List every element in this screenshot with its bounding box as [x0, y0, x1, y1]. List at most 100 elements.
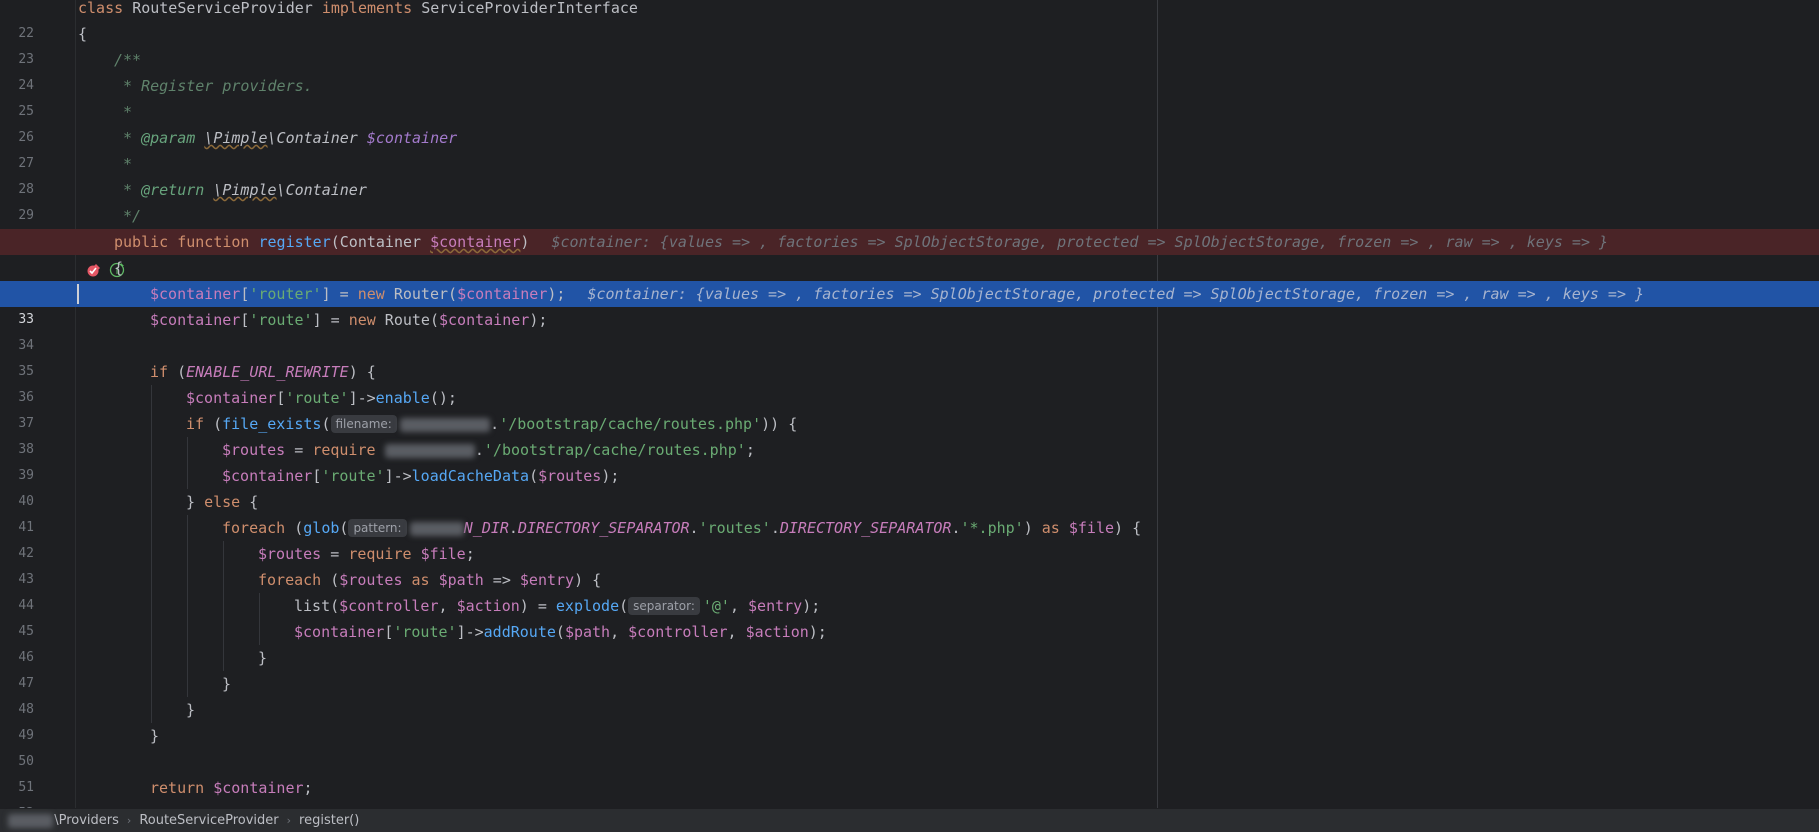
- breadcrumb-namespace[interactable]: \Providers: [54, 813, 119, 828]
- variable: $controller: [339, 597, 439, 615]
- variable: $container: [294, 623, 385, 641]
- doc-type: \Pimple: [204, 129, 268, 147]
- punct: (: [339, 519, 349, 537]
- code-line-52[interactable]: 52 return $container;: [0, 775, 1819, 808]
- inline-debug-value[interactable]: $container: {values => , factories => Sp…: [551, 233, 1608, 251]
- punct: (: [321, 571, 340, 589]
- punct: {: [240, 493, 259, 511]
- inline-debug-value[interactable]: $container: {values => , factories => Sp…: [587, 285, 1644, 303]
- code-line-36[interactable]: 36 if (ENABLE_URL_REWRITE) {: [0, 359, 1819, 405]
- keyword: new: [348, 311, 376, 329]
- code-line-38[interactable]: 38 if (file_exists(filename:XXXXXXXXXX.'…: [0, 411, 1819, 457]
- doc-comment: *: [114, 181, 142, 199]
- code-line-46[interactable]: 46 $container['route']->addRoute($path, …: [0, 619, 1819, 665]
- variable: $file: [420, 545, 466, 563]
- function-name: file_exists: [222, 415, 322, 433]
- implements-method-icon[interactable]: I: [37, 234, 125, 278]
- code-line-39[interactable]: 39 $routes = require XXXXXXXXXX.'/bootst…: [0, 437, 1819, 483]
- code-editor[interactable]: 22 class RouteServiceProvider implements…: [0, 0, 1819, 808]
- code-line-28[interactable]: 28 *: [0, 151, 1819, 197]
- code-line-22[interactable]: 22 class RouteServiceProvider implements…: [0, 0, 1819, 41]
- punct: ] =: [321, 285, 358, 303]
- variable: $routes: [222, 441, 286, 459]
- punct: ;: [465, 545, 475, 563]
- punct: .: [508, 519, 518, 537]
- code-line-34[interactable]: 34 $container['route'] = new Route($cont…: [0, 307, 1819, 353]
- punct: =>: [483, 571, 520, 589]
- code-line-31-breakpoint[interactable]: I public function register(Container $co…: [0, 229, 1819, 278]
- code-line-32[interactable]: 32 {: [0, 255, 1819, 301]
- code-line-27[interactable]: 27 * @param \Pimple\Container $container: [0, 125, 1819, 171]
- punct: (: [168, 363, 187, 381]
- breadcrumb-class[interactable]: RouteServiceProvider: [139, 813, 278, 828]
- variable: $container: [222, 467, 313, 485]
- function-name: register: [258, 233, 331, 251]
- punct: );: [529, 311, 548, 329]
- code-line-26[interactable]: 26 *: [0, 99, 1819, 145]
- doc-comment: *: [114, 129, 142, 147]
- code-line-51[interactable]: 51: [0, 749, 1819, 795]
- doc-comment: *: [114, 103, 133, 121]
- code-line-29[interactable]: 29 * @return \Pimple\Container: [0, 177, 1819, 223]
- code-line-50[interactable]: 50 }: [0, 723, 1819, 769]
- code-line-43[interactable]: 43 $routes = require $file;: [0, 541, 1819, 587]
- keyword: class: [78, 0, 124, 17]
- punct: ) {: [348, 363, 376, 381]
- code-line-37[interactable]: 37 $container['route']->enable();: [0, 385, 1819, 431]
- code-line-25[interactable]: 25 * Register providers.: [0, 73, 1819, 119]
- indent-guide: [187, 593, 188, 619]
- function-name: glob: [303, 519, 340, 537]
- code-line-23[interactable]: 23 {: [0, 21, 1819, 67]
- punct: (Container: [330, 233, 431, 251]
- code-line-33-current[interactable]: 33 $container['router'] = new Router($co…: [0, 281, 1819, 327]
- variable: $file: [1068, 519, 1115, 537]
- code-line-48[interactable]: 48 }: [0, 671, 1819, 717]
- code-line-40[interactable]: 40 $container['route']->loadCacheData($r…: [0, 463, 1819, 509]
- code-line-45[interactable]: 45 list($controller, $action) = explode(…: [0, 593, 1819, 639]
- breakpoint-icon[interactable]: [14, 234, 101, 277]
- function-name: explode: [555, 597, 620, 615]
- code-lines[interactable]: 22 class RouteServiceProvider implements…: [0, 0, 1819, 808]
- text-caret: [77, 284, 79, 304]
- method-name: loadCacheData: [411, 467, 530, 485]
- punct: (: [529, 467, 539, 485]
- punct: }: [186, 493, 205, 511]
- punct: ]->: [456, 623, 484, 641]
- indent-guide: [223, 619, 224, 645]
- indent-guide: [223, 645, 224, 671]
- code-line-42[interactable]: 42 foreach (glob(pattern:XXXXXXN_DIR.DIR…: [0, 515, 1819, 561]
- code-line-24[interactable]: 24 /**: [0, 47, 1819, 93]
- breadcrumb-method[interactable]: register(): [299, 813, 359, 828]
- indent-guide: [187, 515, 188, 541]
- indent-guide: [187, 645, 188, 671]
- indent-guide: [151, 541, 152, 567]
- doc-comment: */: [114, 207, 142, 225]
- punct: ) {: [574, 571, 602, 589]
- string: '@': [702, 597, 730, 615]
- constant: N_DIR: [463, 519, 509, 537]
- variable: $container: [150, 311, 241, 329]
- code-line-35[interactable]: 35: [0, 333, 1819, 379]
- punct: ;: [303, 779, 313, 797]
- code-line-44[interactable]: 44 foreach ($routes as $path => $entry) …: [0, 567, 1819, 613]
- code-line-41[interactable]: 41 } else {: [0, 489, 1819, 535]
- code-line-49[interactable]: 49 }: [0, 697, 1819, 743]
- class-name: Route(: [375, 311, 439, 329]
- variable: $controller: [628, 623, 728, 641]
- punct: (: [204, 415, 223, 433]
- punct: ) {: [1114, 519, 1142, 537]
- indent-guide: [151, 671, 152, 697]
- punct: [430, 571, 439, 589]
- code-line-47[interactable]: 47 }: [0, 645, 1819, 691]
- punct: [: [312, 467, 322, 485]
- keyword: require: [348, 545, 412, 563]
- code-line-30[interactable]: 30 */: [0, 203, 1819, 249]
- punct: ,: [610, 623, 629, 641]
- indent-guide: [151, 567, 152, 593]
- parameter-hint: pattern:: [348, 519, 407, 537]
- indent-guide: [187, 541, 188, 567]
- string: 'route': [321, 467, 385, 485]
- indent-guide: [151, 697, 152, 723]
- redacted-text: XXXXXXXXXX: [399, 417, 491, 432]
- keyword: implements: [321, 0, 413, 17]
